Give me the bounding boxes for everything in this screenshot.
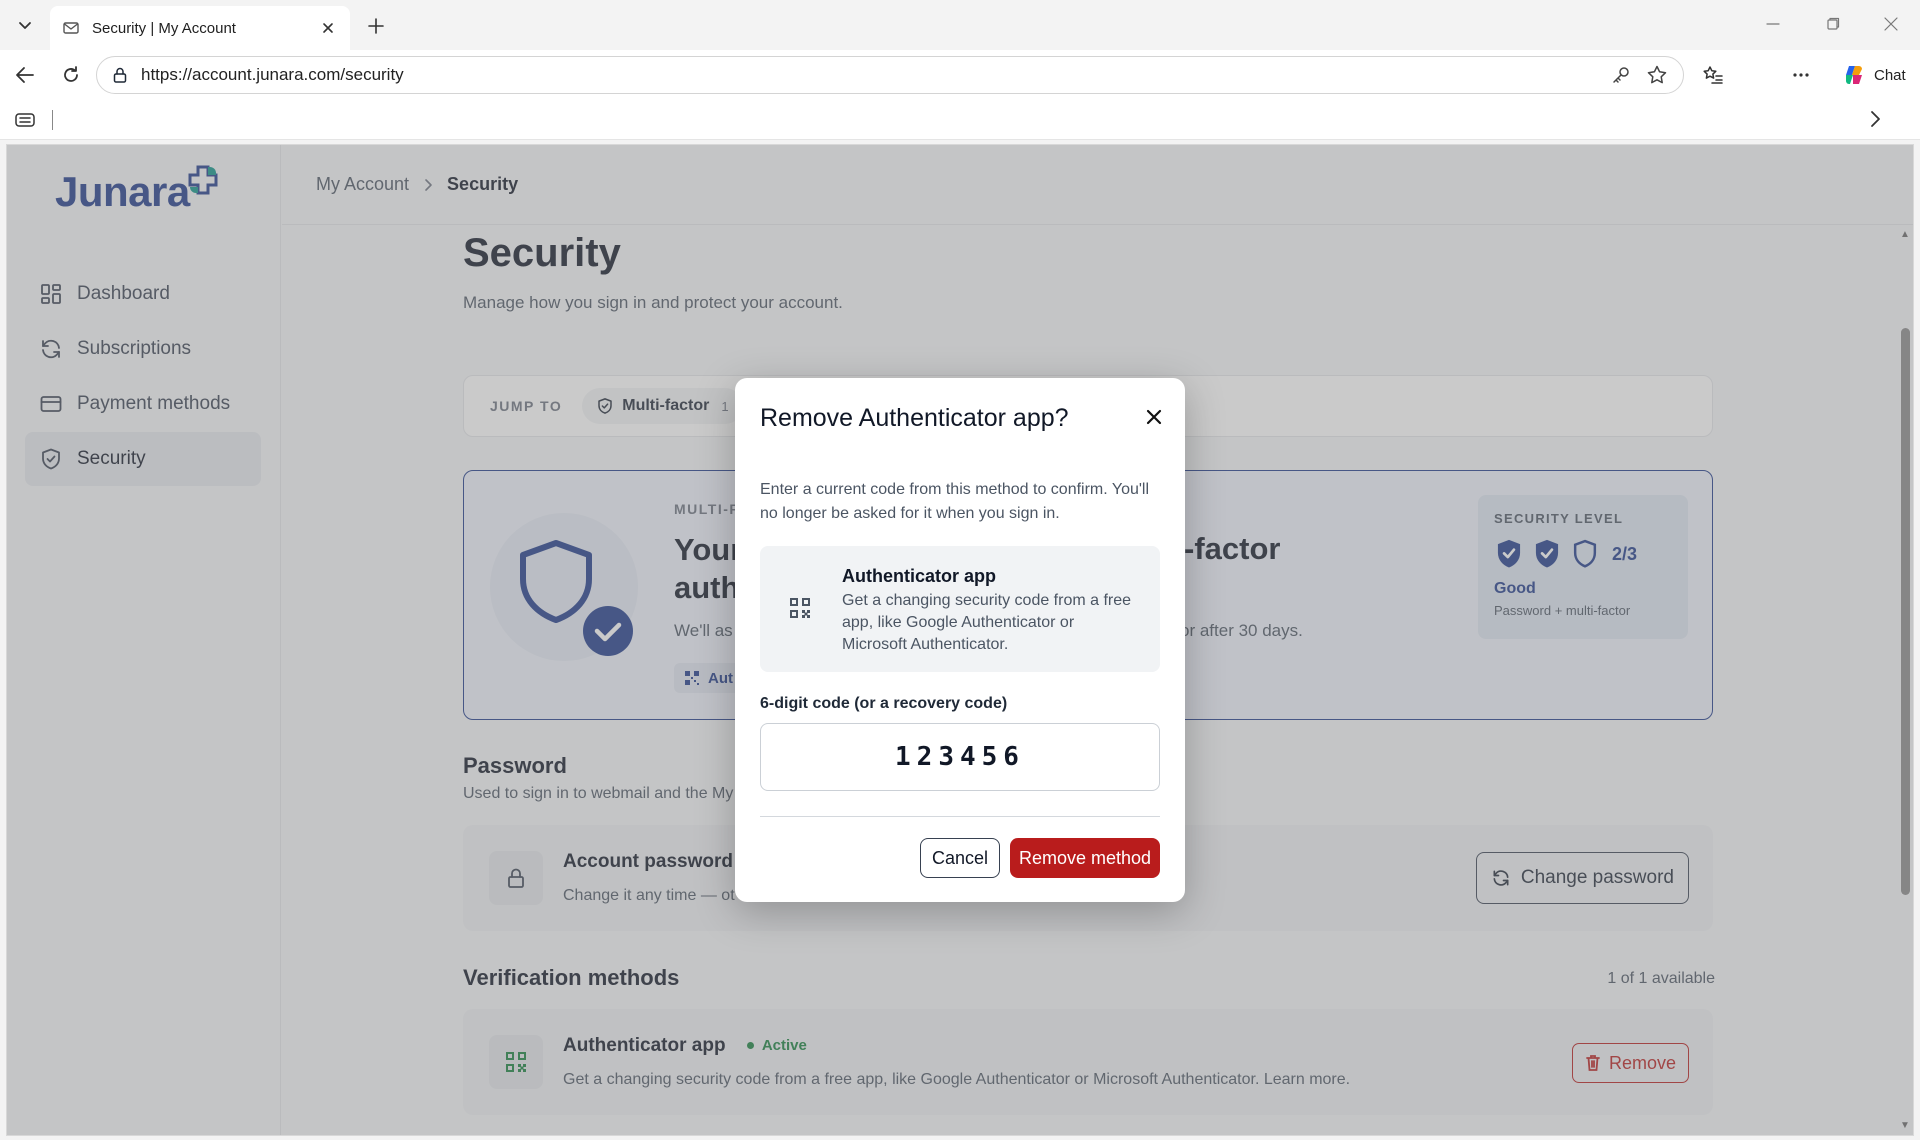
text-cursor [52, 110, 53, 130]
minimize-icon[interactable] [1750, 8, 1796, 40]
browser-tab-bar: Security | My Account [0, 0, 1920, 50]
chevron-right-icon[interactable] [1864, 108, 1886, 130]
omnibox[interactable]: https://account.junara.com/security [96, 56, 1684, 94]
address-bar-row: https://account.junara.com/security Chat [0, 50, 1920, 100]
qr-code-icon [788, 596, 812, 620]
favorites-bar [0, 100, 1920, 140]
window-close-icon[interactable] [1868, 8, 1914, 40]
favorite-star-icon[interactable] [1645, 63, 1669, 87]
verification-code-input[interactable] [760, 723, 1160, 791]
remove-method-dialog: Remove Authenticator app? Enter a curren… [735, 378, 1185, 902]
chat-label: Chat [1874, 66, 1906, 84]
tab-list-chevron-icon[interactable] [10, 8, 40, 42]
copilot-icon [1842, 63, 1866, 87]
cancel-button[interactable]: Cancel [920, 838, 1000, 878]
key-icon[interactable] [1609, 63, 1633, 87]
favorites-folder-icon[interactable] [14, 110, 36, 130]
back-arrow-icon[interactable] [10, 60, 40, 90]
site-info-lock-icon[interactable] [111, 66, 129, 84]
more-menu-icon[interactable] [1786, 60, 1816, 90]
mail-icon [62, 19, 80, 37]
dialog-close-icon[interactable] [1139, 402, 1169, 432]
dialog-divider [760, 816, 1160, 817]
copilot-chat-button[interactable]: Chat [1832, 58, 1916, 92]
tab-title: Security | My Account [92, 19, 236, 37]
dialog-method-summary: Authenticator app Get a changing securit… [760, 546, 1160, 672]
restore-icon[interactable] [1810, 8, 1856, 40]
remove-method-confirm-button[interactable]: Remove method [1010, 838, 1160, 878]
reload-icon[interactable] [56, 60, 86, 90]
dialog-description: Enter a current code from this method to… [760, 481, 1150, 522]
browser-tab[interactable]: Security | My Account [50, 6, 350, 50]
new-tab-plus-icon[interactable] [362, 12, 390, 40]
tab-close-icon[interactable] [318, 18, 338, 38]
dialog-method-title: Authenticator app [842, 566, 997, 586]
dialog-title: Remove Authenticator app? [760, 404, 1069, 432]
code-field-label: 6-digit code (or a recovery code) [760, 695, 1008, 712]
favorites-list-icon[interactable] [1698, 60, 1728, 90]
url-text[interactable]: https://account.junara.com/security [141, 65, 1597, 85]
dialog-method-description: Get a changing security code from a free… [842, 592, 1132, 653]
